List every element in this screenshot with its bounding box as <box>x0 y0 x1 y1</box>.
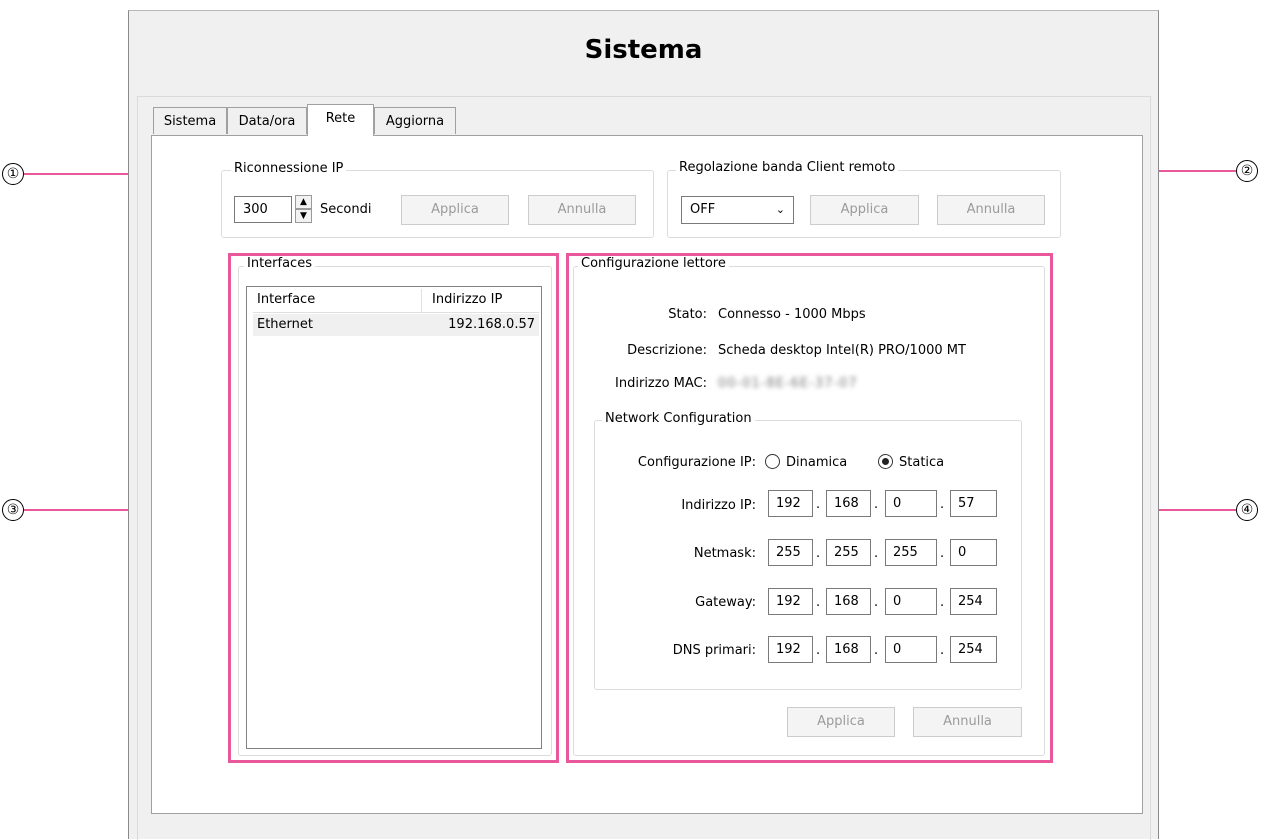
ip-address-label: Indirizzo IP: <box>681 498 756 513</box>
callout-3: ③ <box>2 499 24 521</box>
callout-1: ① <box>2 163 24 185</box>
ip-octet-2[interactable]: 168 <box>826 490 871 517</box>
ip-octet-3[interactable]: 0 <box>885 490 937 517</box>
ip-dot: . <box>874 643 879 658</box>
dns-label: DNS primari: <box>672 643 756 658</box>
ip-reconnect-legend: Riconnessione IP <box>231 161 347 176</box>
dns-octet-1[interactable]: 192 <box>768 636 813 663</box>
chevron-down-icon: ⌄ <box>775 203 785 216</box>
interfaces-legend: Interfaces <box>244 256 315 271</box>
gateway-octet-2[interactable]: 168 <box>826 588 871 615</box>
bandwidth-selected-value: OFF <box>690 202 716 217</box>
reconnect-cancel-button[interactable]: Annulla <box>528 195 636 225</box>
chevron-down-icon: ▼ <box>300 211 307 221</box>
ip-dot: . <box>816 643 821 658</box>
column-header-interface[interactable]: Interface <box>257 292 315 307</box>
ip-config-label: Configurazione IP: <box>637 455 756 470</box>
ip-dot: . <box>940 643 945 658</box>
mac-value: 00-01-8E-6E-37-07 <box>718 376 858 391</box>
netmask-octet-2[interactable]: 255 <box>826 539 871 566</box>
radio-static-selected-dot <box>882 458 889 465</box>
bandwidth-select[interactable]: OFF ⌄ <box>681 196 794 224</box>
gateway-label: Gateway: <box>695 595 756 610</box>
ip-dot: . <box>940 595 945 610</box>
radio-dynamic-label[interactable]: Dinamica <box>786 455 847 470</box>
status-label: Stato: <box>668 307 707 322</box>
network-config-legend: Network Configuration <box>602 411 755 426</box>
callout-4: ④ <box>1236 499 1258 521</box>
bandwidth-apply-button[interactable]: Applica <box>810 195 919 225</box>
tab-rete[interactable]: Rete <box>307 104 374 136</box>
player-config-legend: Configurazione lettore <box>578 256 729 271</box>
interfaces-list[interactable]: Interface Indirizzo IP Ethernet 192.168.… <box>246 286 542 749</box>
column-header-ip[interactable]: Indirizzo IP <box>432 292 502 307</box>
bandwidth-legend: Regolazione banda Client remoto <box>676 160 899 175</box>
tab-sistema[interactable]: Sistema <box>153 107 227 134</box>
ip-dot: . <box>940 497 945 512</box>
player-config-apply-button[interactable]: Applica <box>787 707 895 737</box>
dns-octet-4[interactable]: 254 <box>950 636 997 663</box>
ip-dot: . <box>816 546 821 561</box>
ip-octet-4[interactable]: 57 <box>950 490 997 517</box>
page-title: Sistema <box>584 35 703 65</box>
radio-dynamic[interactable] <box>765 454 780 469</box>
reconnect-unit-label: Secondi <box>320 202 372 217</box>
radio-static-label[interactable]: Statica <box>899 455 944 470</box>
tab-aggiorna[interactable]: Aggiorna <box>374 107 456 134</box>
gateway-octet-4[interactable]: 254 <box>950 588 997 615</box>
table-row[interactable]: Ethernet 192.168.0.57 <box>253 314 539 336</box>
reconnect-apply-button[interactable]: Applica <box>401 195 509 225</box>
spin-up-button[interactable]: ▲ <box>295 195 312 209</box>
ip-dot: . <box>940 546 945 561</box>
gateway-octet-3[interactable]: 0 <box>885 588 937 615</box>
interface-name-cell: Ethernet <box>257 317 313 332</box>
column-divider <box>421 289 422 312</box>
ip-dot: . <box>874 595 879 610</box>
ip-dot: . <box>816 497 821 512</box>
description-label: Descrizione: <box>627 343 707 358</box>
player-config-cancel-button[interactable]: Annulla <box>913 707 1022 737</box>
ip-octet-1[interactable]: 192 <box>768 490 813 517</box>
description-value: Scheda desktop Intel(R) PRO/1000 MT <box>718 343 966 358</box>
interfaces-header-row: Interface Indirizzo IP <box>253 289 539 313</box>
netmask-label: Netmask: <box>693 546 756 561</box>
ip-dot: . <box>816 595 821 610</box>
dns-octet-3[interactable]: 0 <box>885 636 937 663</box>
status-value: Connesso - 1000 Mbps <box>718 307 866 322</box>
dns-octet-2[interactable]: 168 <box>826 636 871 663</box>
ip-dot: . <box>874 546 879 561</box>
radio-static[interactable] <box>878 454 893 469</box>
interface-ip-cell: 192.168.0.57 <box>448 317 535 332</box>
mac-label: Indirizzo MAC: <box>615 376 707 391</box>
tab-data-ora[interactable]: Data/ora <box>227 107 307 134</box>
netmask-octet-1[interactable]: 255 <box>768 539 813 566</box>
callout-2: ② <box>1236 160 1258 182</box>
ip-dot: . <box>874 497 879 512</box>
spin-down-button[interactable]: ▼ <box>295 209 312 223</box>
netmask-octet-4[interactable]: 0 <box>950 539 997 566</box>
bandwidth-cancel-button[interactable]: Annulla <box>937 195 1045 225</box>
gateway-octet-1[interactable]: 192 <box>768 588 813 615</box>
reconnect-seconds-input[interactable]: 300 <box>234 196 292 223</box>
netmask-octet-3[interactable]: 255 <box>885 539 937 566</box>
chevron-up-icon: ▲ <box>300 197 307 207</box>
